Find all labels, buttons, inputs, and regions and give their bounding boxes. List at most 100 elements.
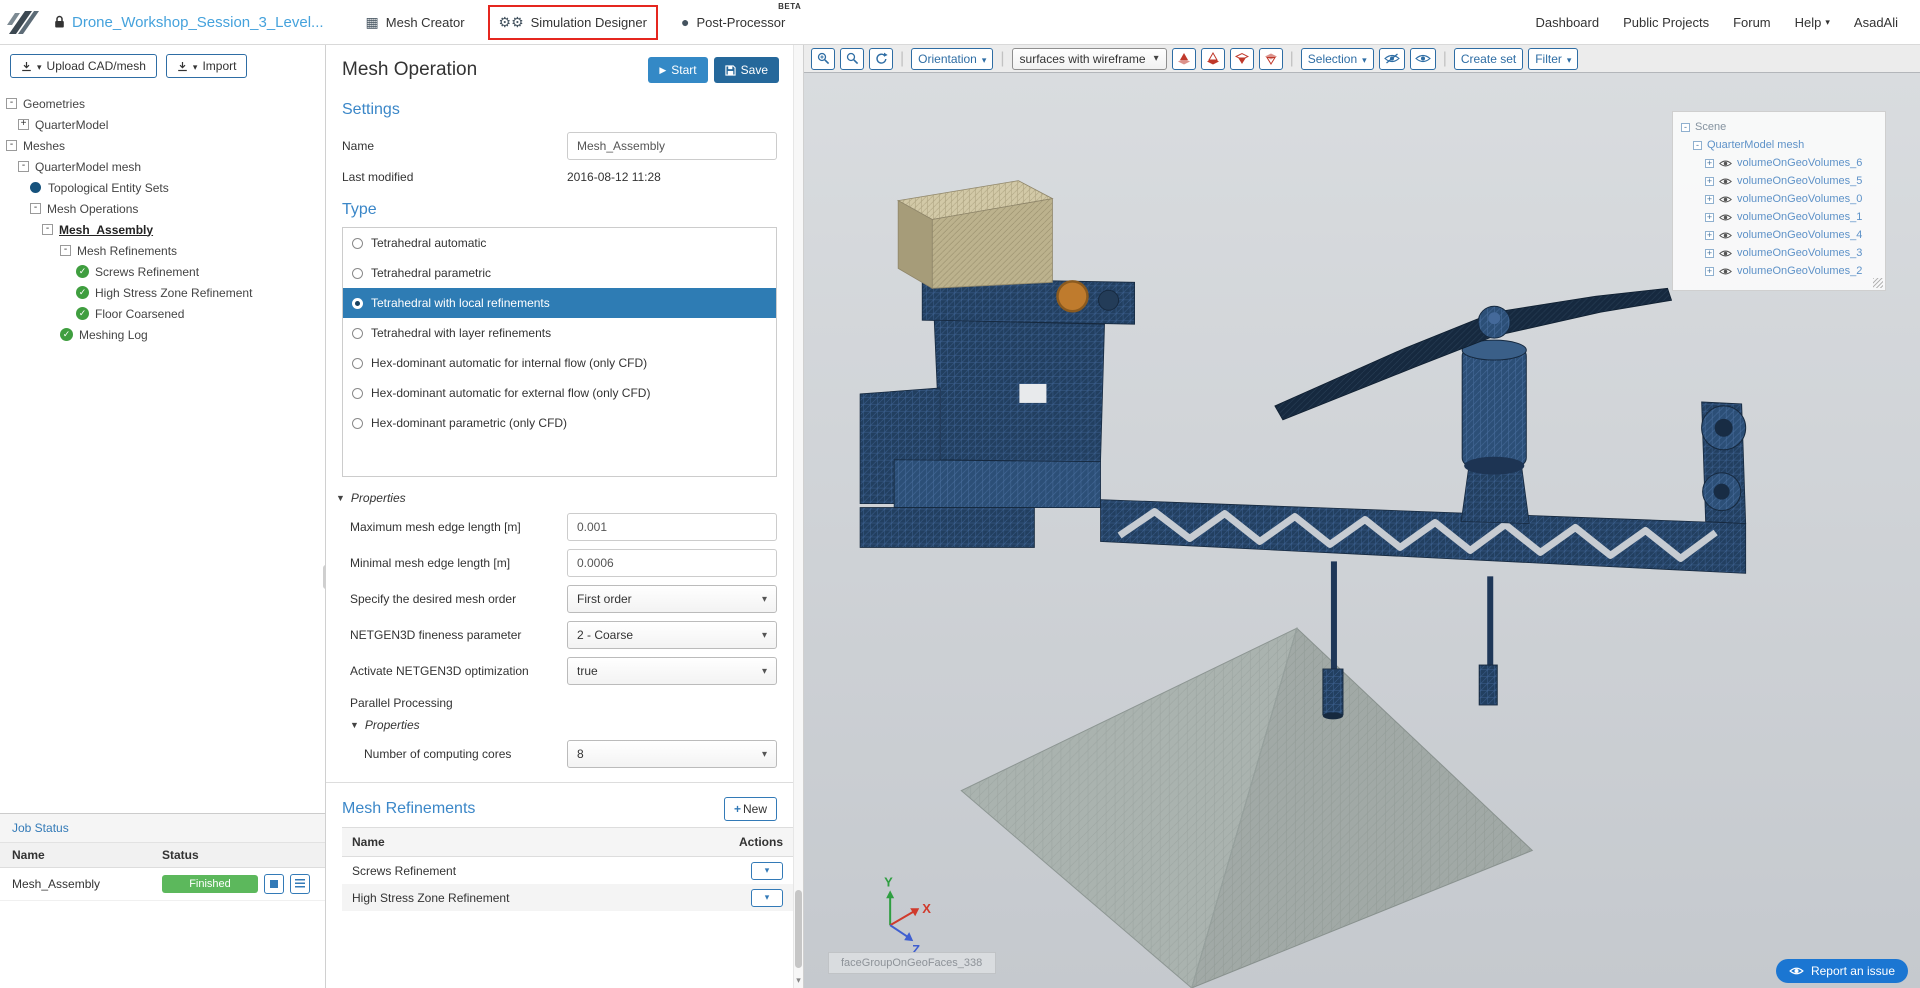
orientation-dropdown[interactable]: Orientation	[911, 47, 994, 70]
expander-icon[interactable]	[6, 98, 17, 109]
scrollbar-down-arrow[interactable]	[794, 975, 803, 986]
render-canvas[interactable]: Y X Z Scene QuarterModel mesh volumeOnGe…	[804, 72, 1920, 988]
expander-icon[interactable]	[1693, 140, 1702, 150]
scene-mesh-item[interactable]: QuarterModel mesh	[1681, 136, 1881, 154]
refresh-button[interactable]	[869, 47, 893, 70]
overlay-resize-handle[interactable]	[1873, 278, 1883, 288]
row-actions-dropdown[interactable]	[751, 861, 783, 880]
upload-cad-button[interactable]: Upload CAD/mesh	[10, 54, 157, 78]
scrollbar-thumb[interactable]	[795, 890, 802, 968]
expander-icon[interactable]	[1705, 266, 1714, 276]
report-issue-button[interactable]: Report an issue	[1775, 959, 1908, 983]
row-actions-dropdown[interactable]	[751, 888, 783, 907]
expander-icon[interactable]	[1705, 212, 1714, 222]
nav-public-projects[interactable]: Public Projects	[1623, 15, 1709, 30]
tree-item-mesh-operations[interactable]: Mesh Operations	[0, 198, 325, 219]
scene-volume-item[interactable]: volumeOnGeoVolumes_5	[1681, 172, 1881, 190]
start-button[interactable]: Start	[648, 57, 708, 83]
eye-icon[interactable]	[1719, 231, 1732, 240]
tab-simulation-designer[interactable]: ⚙⚙ Simulation Designer	[487, 4, 658, 40]
mesh-order-select[interactable]: First order	[567, 585, 777, 613]
tree-item-quartermodel[interactable]: QuarterModel	[0, 114, 325, 135]
radio-icon[interactable]	[352, 327, 363, 339]
clip-plane-button-2[interactable]	[1200, 47, 1225, 70]
clip-plane-button-1[interactable]	[1171, 47, 1196, 70]
radio-icon[interactable]	[352, 387, 363, 399]
expander-icon[interactable]	[42, 224, 53, 235]
job-details-button[interactable]	[290, 874, 310, 894]
nested-properties-header[interactable]: Properties	[340, 714, 793, 736]
cores-select[interactable]: 8	[567, 740, 777, 768]
radio-icon[interactable]	[352, 357, 363, 369]
project-name[interactable]: Drone_Workshop_Session_3_Level...	[72, 14, 324, 31]
render-mode-select[interactable]: surfaces with wireframe	[1011, 47, 1167, 70]
tree-item-screws-refinement[interactable]: Screws Refinement	[0, 261, 325, 282]
table-row[interactable]: Screws Refinement	[342, 857, 793, 884]
expander-icon[interactable]	[1705, 158, 1714, 168]
scene-volume-item[interactable]: volumeOnGeoVolumes_6	[1681, 154, 1881, 172]
type-option-hex-external[interactable]: Hex-dominant automatic for external flow…	[343, 378, 776, 408]
radio-icon[interactable]	[352, 237, 363, 249]
tree-item-high-stress-zone-refinement[interactable]: High Stress Zone Refinement	[0, 282, 325, 303]
filter-dropdown[interactable]: Filter	[1528, 47, 1579, 70]
tab-post-processor[interactable]: ● Post-Processor BETA	[679, 2, 801, 34]
expander-icon[interactable]	[18, 161, 29, 172]
expander-icon[interactable]	[1681, 122, 1690, 132]
eye-icon[interactable]	[1719, 213, 1732, 222]
name-input[interactable]	[567, 132, 777, 160]
clip-plane-button-4[interactable]	[1258, 47, 1283, 70]
clip-plane-button-3[interactable]	[1229, 47, 1254, 70]
expander-icon[interactable]	[1705, 194, 1714, 204]
expander-icon[interactable]	[6, 140, 17, 151]
eye-icon[interactable]	[1719, 195, 1732, 204]
table-row[interactable]: High Stress Zone Refinement	[342, 884, 793, 911]
scene-volume-item[interactable]: volumeOnGeoVolumes_4	[1681, 226, 1881, 244]
optimization-select[interactable]: true	[567, 657, 777, 685]
tree-item-floor-coarsened[interactable]: Floor Coarsened	[0, 303, 325, 324]
properties-header[interactable]: Properties	[326, 487, 793, 509]
expander-icon[interactable]	[1705, 248, 1714, 258]
save-button[interactable]: Save	[713, 57, 779, 83]
show-all-button[interactable]	[1409, 47, 1436, 70]
expander-icon[interactable]	[1705, 230, 1714, 240]
expander-icon[interactable]	[60, 245, 71, 256]
tree-item-mesh-assembly[interactable]: Mesh_Assembly	[0, 219, 325, 240]
hide-selected-button[interactable]	[1378, 47, 1405, 70]
nav-help-menu[interactable]: Help	[1795, 15, 1830, 30]
tree-item-meshes[interactable]: Meshes	[0, 135, 325, 156]
type-option-tet-automatic[interactable]: Tetrahedral automatic	[343, 228, 776, 258]
new-refinement-button[interactable]: New	[723, 797, 777, 821]
radio-icon-selected[interactable]	[352, 297, 363, 309]
floor-plate[interactable]	[960, 627, 1534, 988]
type-option-hex-internal[interactable]: Hex-dominant automatic for internal flow…	[343, 348, 776, 378]
job-stop-button[interactable]	[264, 874, 284, 894]
create-set-button[interactable]: Create set	[1453, 47, 1524, 70]
scene-volume-item[interactable]: volumeOnGeoVolumes_2	[1681, 262, 1881, 280]
expander-icon[interactable]	[18, 119, 29, 130]
radio-icon[interactable]	[352, 267, 363, 279]
nav-forum[interactable]: Forum	[1733, 15, 1771, 30]
scene-volume-item[interactable]: volumeOnGeoVolumes_0	[1681, 190, 1881, 208]
nav-dashboard[interactable]: Dashboard	[1535, 15, 1599, 30]
nav-user-menu[interactable]: AsadAli	[1854, 15, 1898, 30]
expander-icon[interactable]	[30, 203, 41, 214]
tab-mesh-creator[interactable]: ▦ Mesh Creator	[364, 11, 467, 34]
expander-icon[interactable]	[1705, 176, 1714, 186]
splitter-grip[interactable]	[323, 565, 325, 589]
scene-root-item[interactable]: Scene	[1681, 118, 1881, 136]
type-option-tet-layer-refinements[interactable]: Tetrahedral with layer refinements	[343, 318, 776, 348]
tree-item-geometries[interactable]: Geometries	[0, 93, 325, 114]
min-edge-length-input[interactable]	[567, 549, 777, 577]
type-option-hex-parametric[interactable]: Hex-dominant parametric (only CFD)	[343, 408, 776, 438]
tree-item-quartermodel-mesh[interactable]: QuarterModel mesh	[0, 156, 325, 177]
zoom-in-button[interactable]	[811, 47, 835, 70]
zoom-fit-button[interactable]	[840, 47, 864, 70]
fineness-select[interactable]: 2 - Coarse	[567, 621, 777, 649]
tree-item-topological-entity-sets[interactable]: Topological Entity Sets	[0, 177, 325, 198]
type-option-tet-parametric[interactable]: Tetrahedral parametric	[343, 258, 776, 288]
eye-icon[interactable]	[1719, 177, 1732, 186]
radio-icon[interactable]	[352, 417, 363, 429]
panel-scrollbar[interactable]	[793, 45, 803, 988]
import-button[interactable]: Import	[165, 54, 248, 78]
tree-item-meshing-log[interactable]: Meshing Log	[0, 324, 325, 345]
